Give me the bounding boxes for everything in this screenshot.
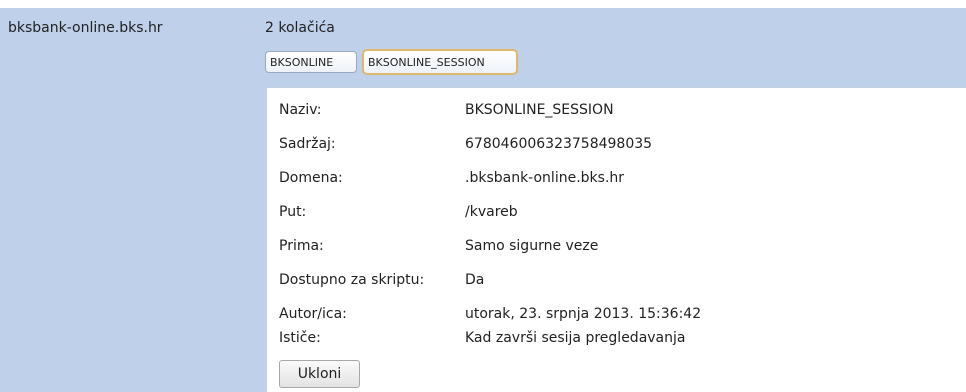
- detail-label: Domena:: [279, 170, 343, 186]
- cookie-details-panel: Naziv: BKSONLINE_SESSION Sadržaj: 678046…: [266, 87, 966, 392]
- detail-value: BKSONLINE_SESSION: [465, 102, 614, 118]
- site-domain: bksbank-online.bks.hr: [8, 20, 163, 36]
- detail-label: Naziv:: [279, 102, 322, 118]
- cookie-chip-bksonline[interactable]: BKSONLINE: [265, 51, 357, 73]
- cookie-count: 2 kolačića: [265, 20, 335, 36]
- detail-label: Autor/ica:: [279, 306, 347, 322]
- detail-value: Kad završi sesija pregledavanja: [465, 330, 686, 346]
- detail-label: Prima:: [279, 238, 324, 254]
- detail-label: Put:: [279, 204, 307, 220]
- detail-value: utorak, 23. srpnja 2013. 15:36:42: [465, 306, 702, 322]
- detail-value: /kvareb: [465, 204, 518, 220]
- detail-value: Samo sigurne veze: [465, 238, 599, 254]
- detail-value: Da: [465, 272, 485, 288]
- detail-label: Dostupno za skriptu:: [279, 272, 425, 288]
- detail-value: .bksbank-online.bks.hr: [465, 170, 625, 186]
- detail-label: Ističe:: [279, 330, 321, 346]
- detail-label: Sadržaj:: [279, 136, 336, 152]
- detail-value: 678046006323758498035: [465, 136, 653, 152]
- cookie-chip-bksonline-session[interactable]: BKSONLINE_SESSION: [362, 49, 518, 75]
- remove-cookie-button[interactable]: Ukloni: [279, 360, 360, 388]
